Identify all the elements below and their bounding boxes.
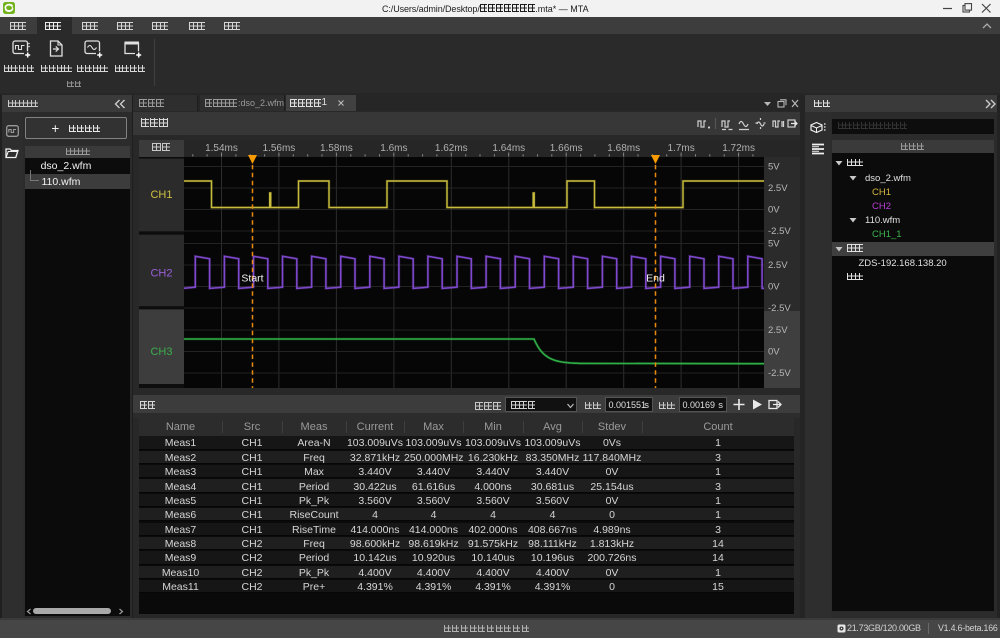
svg-text:1.62ms: 1.62ms	[435, 143, 468, 154]
svg-text:2.5V: 2.5V	[768, 183, 788, 194]
svg-text:Start: Start	[241, 273, 263, 285]
svg-text:End: End	[646, 273, 665, 285]
svg-text:1.56ms: 1.56ms	[263, 143, 296, 154]
svg-text:1.58ms: 1.58ms	[320, 143, 353, 154]
svg-text:2.5V: 2.5V	[768, 325, 788, 336]
svg-text:2.5V: 2.5V	[768, 260, 788, 271]
svg-text:1.7ms: 1.7ms	[667, 143, 694, 154]
svg-text:0V: 0V	[768, 347, 780, 358]
svg-text:CH2: CH2	[150, 268, 172, 280]
svg-text:0V: 0V	[768, 282, 780, 293]
svg-text:-2.5V: -2.5V	[768, 303, 791, 314]
svg-text:1.68ms: 1.68ms	[607, 143, 640, 154]
svg-text:-2.5V: -2.5V	[768, 226, 791, 237]
svg-text:CH1: CH1	[150, 189, 172, 201]
svg-text:5V: 5V	[768, 162, 780, 173]
svg-text:1.66ms: 1.66ms	[550, 143, 583, 154]
svg-text:1.6ms: 1.6ms	[380, 143, 407, 154]
svg-text:0V: 0V	[768, 205, 780, 216]
svg-text:1.72ms: 1.72ms	[722, 143, 755, 154]
svg-text:1.64ms: 1.64ms	[492, 143, 525, 154]
svg-text:CH3: CH3	[150, 346, 172, 358]
svg-text:5V: 5V	[768, 239, 780, 250]
svg-text:1.54ms: 1.54ms	[205, 143, 238, 154]
svg-text:-2.5V: -2.5V	[768, 368, 791, 379]
